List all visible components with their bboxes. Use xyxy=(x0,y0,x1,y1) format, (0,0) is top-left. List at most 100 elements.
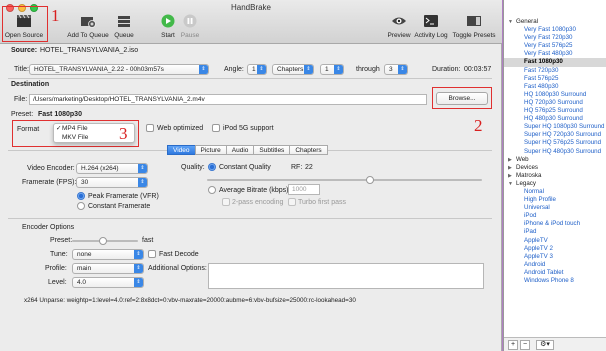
tab-audio[interactable]: Audio xyxy=(225,145,255,155)
encoder-preset-slider[interactable] xyxy=(72,237,138,245)
toggle-presets-button[interactable]: Toggle Presets xyxy=(451,12,497,39)
tune-select[interactable]: none ⇕ xyxy=(72,249,144,260)
preset-item[interactable]: High Profile xyxy=(504,196,606,204)
video-encoder-select[interactable]: H.264 (x264) ⇕ xyxy=(76,163,148,174)
preset-item[interactable]: Fast 480p30 xyxy=(504,83,606,91)
quality-slider[interactable] xyxy=(207,176,482,184)
preset-item[interactable]: Very Fast 1080p30 xyxy=(504,26,606,34)
pause-button[interactable]: Pause xyxy=(178,12,202,39)
additional-options-field[interactable] xyxy=(208,263,484,289)
preset-item[interactable]: iPad xyxy=(504,228,606,236)
average-bitrate-radio[interactable] xyxy=(208,186,216,194)
bitrate-field[interactable]: 1000 xyxy=(288,184,320,195)
presets-drawer-icon xyxy=(464,12,484,30)
disclosure-triangle-icon[interactable]: ▶ xyxy=(508,172,512,180)
range-type-select[interactable]: Chapters ⇕ xyxy=(272,64,314,75)
turbo-checkbox[interactable] xyxy=(288,198,296,206)
preset-item[interactable]: Fast 1080p30 xyxy=(504,58,606,67)
file-path-field[interactable]: /Users/marketing/Desktop/HOTEL_TRANSYLVA… xyxy=(29,94,427,105)
preset-item[interactable]: Super HQ 1080p30 Surround xyxy=(504,123,606,131)
fast-decode-checkbox[interactable] xyxy=(148,250,156,258)
two-pass-checkbox[interactable] xyxy=(222,198,230,206)
preset-item[interactable]: Windows Phone 8 xyxy=(504,277,606,285)
tab-picture[interactable]: Picture xyxy=(194,145,227,155)
quality-slider-knob[interactable] xyxy=(366,176,374,184)
web-optimized-checkbox[interactable] xyxy=(146,124,154,132)
title-select[interactable]: HOTEL_TRANSYLVANIA_2.22 - 00h03m57s ⇕ xyxy=(29,64,209,75)
preset-actions-menu[interactable]: ⚙▾ xyxy=(536,340,554,350)
preset-group[interactable]: ▶ Devices xyxy=(504,164,606,172)
preset-label: Super HQ 1080p30 Surround xyxy=(524,123,605,131)
add-preset-button[interactable]: + xyxy=(508,340,518,350)
preset-item[interactable]: Super HQ 720p30 Surround xyxy=(504,131,606,139)
annotation-number-2: 2 xyxy=(474,116,483,135)
framerate-select[interactable]: 30 ⇕ xyxy=(76,177,148,188)
preset-group[interactable]: ▼ General xyxy=(504,18,606,26)
preset-item[interactable]: Super HQ 576p25 Surround xyxy=(504,139,606,147)
disclosure-triangle-icon[interactable]: ▼ xyxy=(508,180,513,188)
preset-item[interactable]: iPhone & iPod touch xyxy=(504,220,606,228)
constant-framerate-radio[interactable] xyxy=(77,202,85,210)
remove-preset-button[interactable]: − xyxy=(520,340,530,350)
activity-log-button[interactable]: Activity Log xyxy=(412,12,450,39)
preset-item[interactable]: Fast 720p30 xyxy=(504,67,606,75)
peak-framerate-radio[interactable] xyxy=(77,192,85,200)
preset-group[interactable]: ▶ Matroska xyxy=(504,172,606,180)
preview-button[interactable]: Preview xyxy=(386,12,412,39)
level-select[interactable]: 4.0 ⇕ xyxy=(72,277,144,288)
title-select-value: HOTEL_TRANSYLVANIA_2.22 - 00h03m57s xyxy=(34,66,164,73)
preset-item[interactable]: Super HQ 480p30 Surround xyxy=(504,148,606,156)
preset-label: Super HQ 480p30 Surround xyxy=(524,147,602,155)
preset-item[interactable]: HQ 720p30 Surround xyxy=(504,99,606,107)
angle-select[interactable]: 1 ⇕ xyxy=(247,64,267,75)
disclosure-triangle-icon[interactable]: ▶ xyxy=(508,164,512,172)
divider xyxy=(8,78,492,79)
preset-label: Very Fast 480p30 xyxy=(524,50,573,58)
preset-item[interactable]: HQ 576p25 Surround xyxy=(504,107,606,115)
profile-select[interactable]: main ⇕ xyxy=(72,263,144,274)
chapter-end-select[interactable]: 3 ⇕ xyxy=(384,64,408,75)
preset-item[interactable]: HQ 1080p30 Surround xyxy=(504,91,606,99)
tab-video[interactable]: Video xyxy=(167,145,196,155)
preset-item[interactable]: Android Tablet xyxy=(504,269,606,277)
preset-label: HQ 720p30 Surround xyxy=(524,98,583,106)
chevron-updown-icon: ⇕ xyxy=(134,264,143,273)
preset-group[interactable]: ▶ Web xyxy=(504,156,606,164)
add-to-queue-button[interactable]: Add To Queue xyxy=(66,12,110,39)
preset-item[interactable]: Very Fast 720p30 xyxy=(504,34,606,42)
queue-label: Queue xyxy=(114,32,134,39)
preset-item[interactable]: Fast 576p25 xyxy=(504,75,606,83)
preset-item[interactable]: HQ 480p30 Surround xyxy=(504,115,606,123)
range-type-value: Chapters xyxy=(277,66,304,73)
checkmark-icon: ✓ xyxy=(56,125,62,132)
start-button[interactable]: Start xyxy=(156,12,180,39)
presets-toolbar: + − ⚙▾ xyxy=(504,337,606,351)
disclosure-triangle-icon[interactable]: ▶ xyxy=(508,156,512,164)
framerate-value: 30 xyxy=(81,179,89,186)
tab-chapters[interactable]: Chapters xyxy=(289,145,328,155)
preset-item[interactable]: Normal xyxy=(504,188,606,196)
preset-label: Preset: xyxy=(11,111,34,118)
settings-tabs: Video Picture Audio Subtitles Chapters xyxy=(167,145,328,155)
chapter-start-select[interactable]: 1 ⇕ xyxy=(320,64,344,75)
constant-quality-radio[interactable] xyxy=(208,163,216,171)
preset-item[interactable]: Very Fast 576p25 xyxy=(504,42,606,50)
tab-subtitles[interactable]: Subtitles xyxy=(253,145,291,155)
encoder-preset-knob[interactable] xyxy=(99,237,107,245)
preset-item[interactable]: AppleTV 3 xyxy=(504,253,606,261)
title-label: Title: xyxy=(14,66,29,73)
preset-item[interactable]: Universal xyxy=(504,204,606,212)
preset-label: Normal xyxy=(524,187,544,195)
preset-item[interactable]: Android xyxy=(504,261,606,269)
browse-button[interactable]: Browse... xyxy=(436,92,488,105)
disclosure-triangle-icon[interactable]: ▼ xyxy=(508,18,513,26)
preset-item[interactable]: iPod xyxy=(504,212,606,220)
preset-label: iPad xyxy=(524,228,537,236)
preset-item[interactable]: AppleTV 2 xyxy=(504,245,606,253)
preset-label: AppleTV 2 xyxy=(524,244,553,252)
preset-group[interactable]: ▼ Legacy xyxy=(504,180,606,188)
ipod-checkbox[interactable] xyxy=(212,124,220,132)
preset-item[interactable]: Very Fast 480p30 xyxy=(504,50,606,58)
preset-item[interactable]: AppleTV xyxy=(504,237,606,245)
queue-button[interactable]: Queue xyxy=(112,12,136,39)
